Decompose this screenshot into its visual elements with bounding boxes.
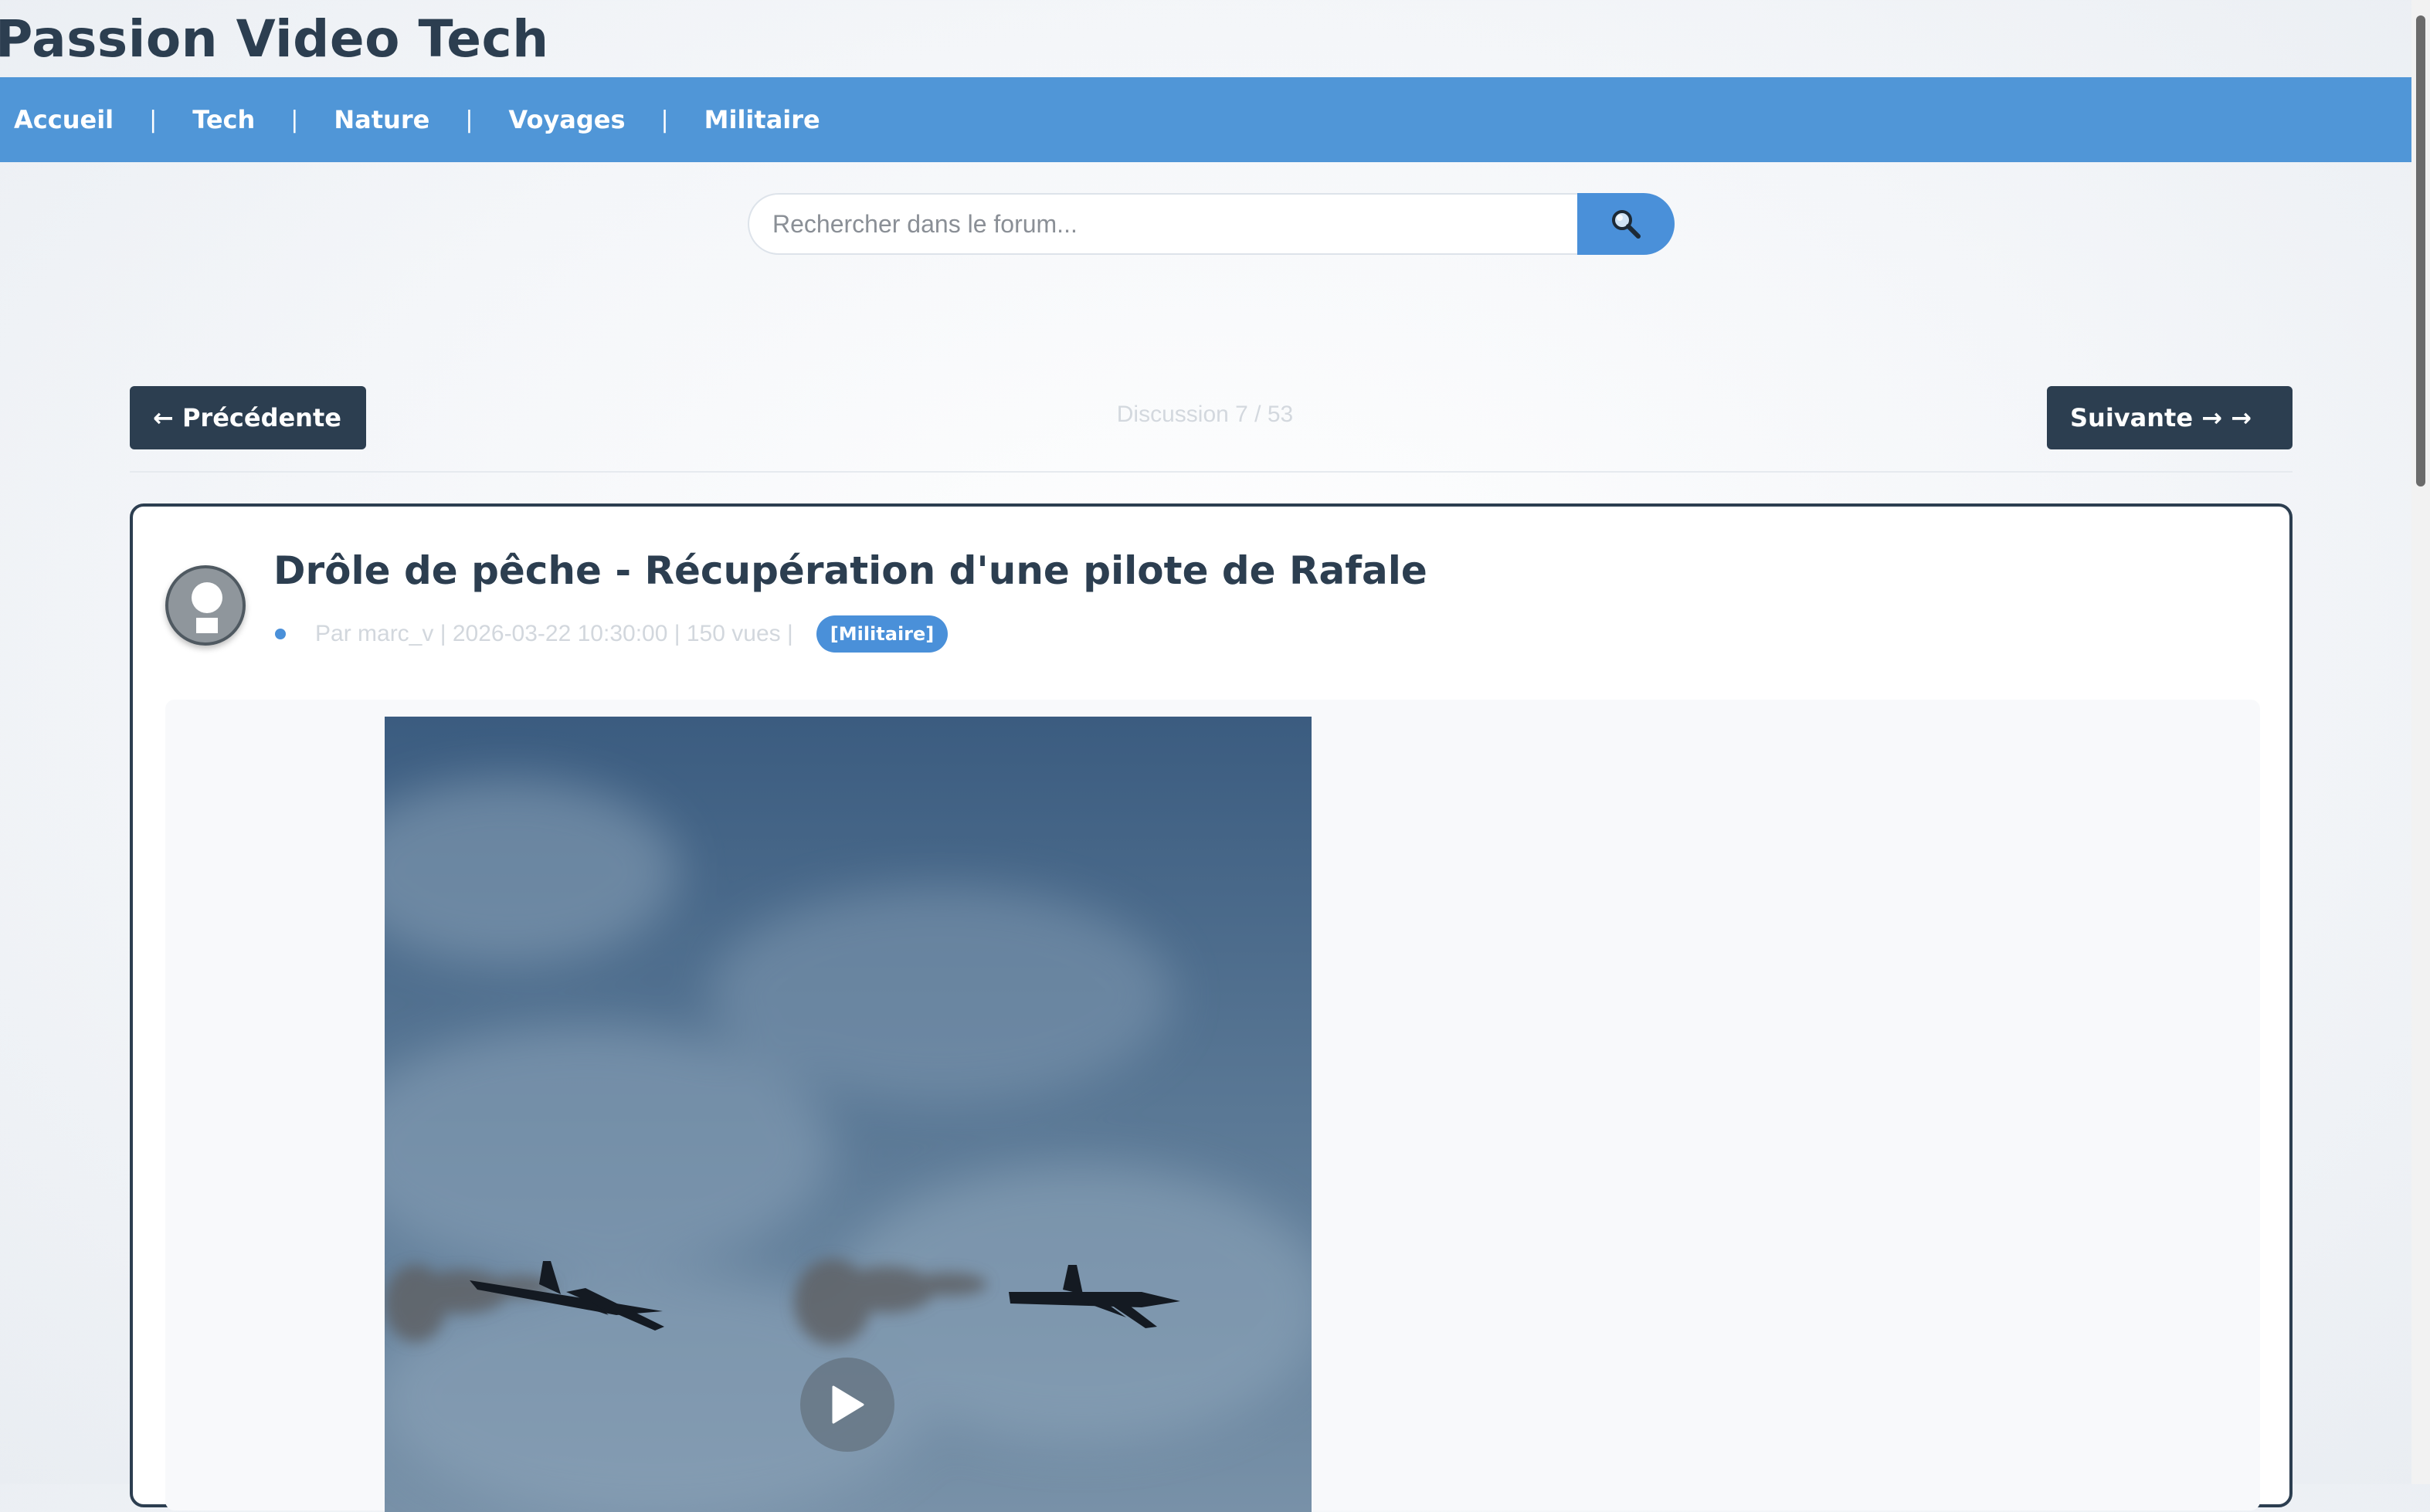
site-title: Passion Video Tech xyxy=(0,9,549,69)
category-tag[interactable]: [Militaire] xyxy=(816,615,949,653)
nav-item-accueil[interactable]: Accueil xyxy=(14,105,114,134)
avatar-head xyxy=(192,582,222,613)
nav-separator: | xyxy=(290,106,299,134)
nav-separator: | xyxy=(660,106,669,134)
search-input[interactable] xyxy=(748,193,1577,255)
previous-discussion-button[interactable]: ← Précédente xyxy=(130,386,366,449)
search-button[interactable] xyxy=(1577,193,1675,255)
post-meta: Par marc_v | 2026-03-22 10:30:00 | 150 v… xyxy=(275,615,949,653)
page-scrollbar[interactable] xyxy=(2411,0,2430,1484)
play-icon xyxy=(832,1385,864,1424)
nav-separator: | xyxy=(149,106,158,134)
search-icon xyxy=(1612,210,1641,239)
nav-item-voyages[interactable]: Voyages xyxy=(508,105,625,134)
post-title: Drôle de pêche - Récupération d'une pilo… xyxy=(273,548,1427,593)
avatar-body xyxy=(196,618,218,633)
post-card: Drôle de pêche - Récupération d'une pilo… xyxy=(130,503,2293,1512)
status-dot-icon xyxy=(275,629,286,639)
search-bar xyxy=(748,193,1675,255)
post-content xyxy=(165,700,2260,1512)
user-avatar-icon[interactable] xyxy=(165,565,246,646)
main-navigation: Accueil | Tech | Nature | Voyages | Mili… xyxy=(0,77,2411,162)
nav-item-nature[interactable]: Nature xyxy=(334,105,429,134)
nav-item-militaire[interactable]: Militaire xyxy=(704,105,820,134)
next-discussion-button[interactable]: Suivante → → xyxy=(2047,386,2293,449)
nav-item-tech[interactable]: Tech xyxy=(192,105,255,134)
video-player[interactable] xyxy=(385,717,1312,1512)
scrollbar-thumb[interactable] xyxy=(2416,15,2425,486)
nav-separator: | xyxy=(465,106,473,134)
play-button[interactable] xyxy=(800,1358,894,1452)
discussion-position: Discussion 7 / 53 xyxy=(1116,402,1294,427)
post-meta-text: Par marc_v | 2026-03-22 10:30:00 | 150 v… xyxy=(315,621,793,646)
pager-divider xyxy=(130,471,2293,473)
